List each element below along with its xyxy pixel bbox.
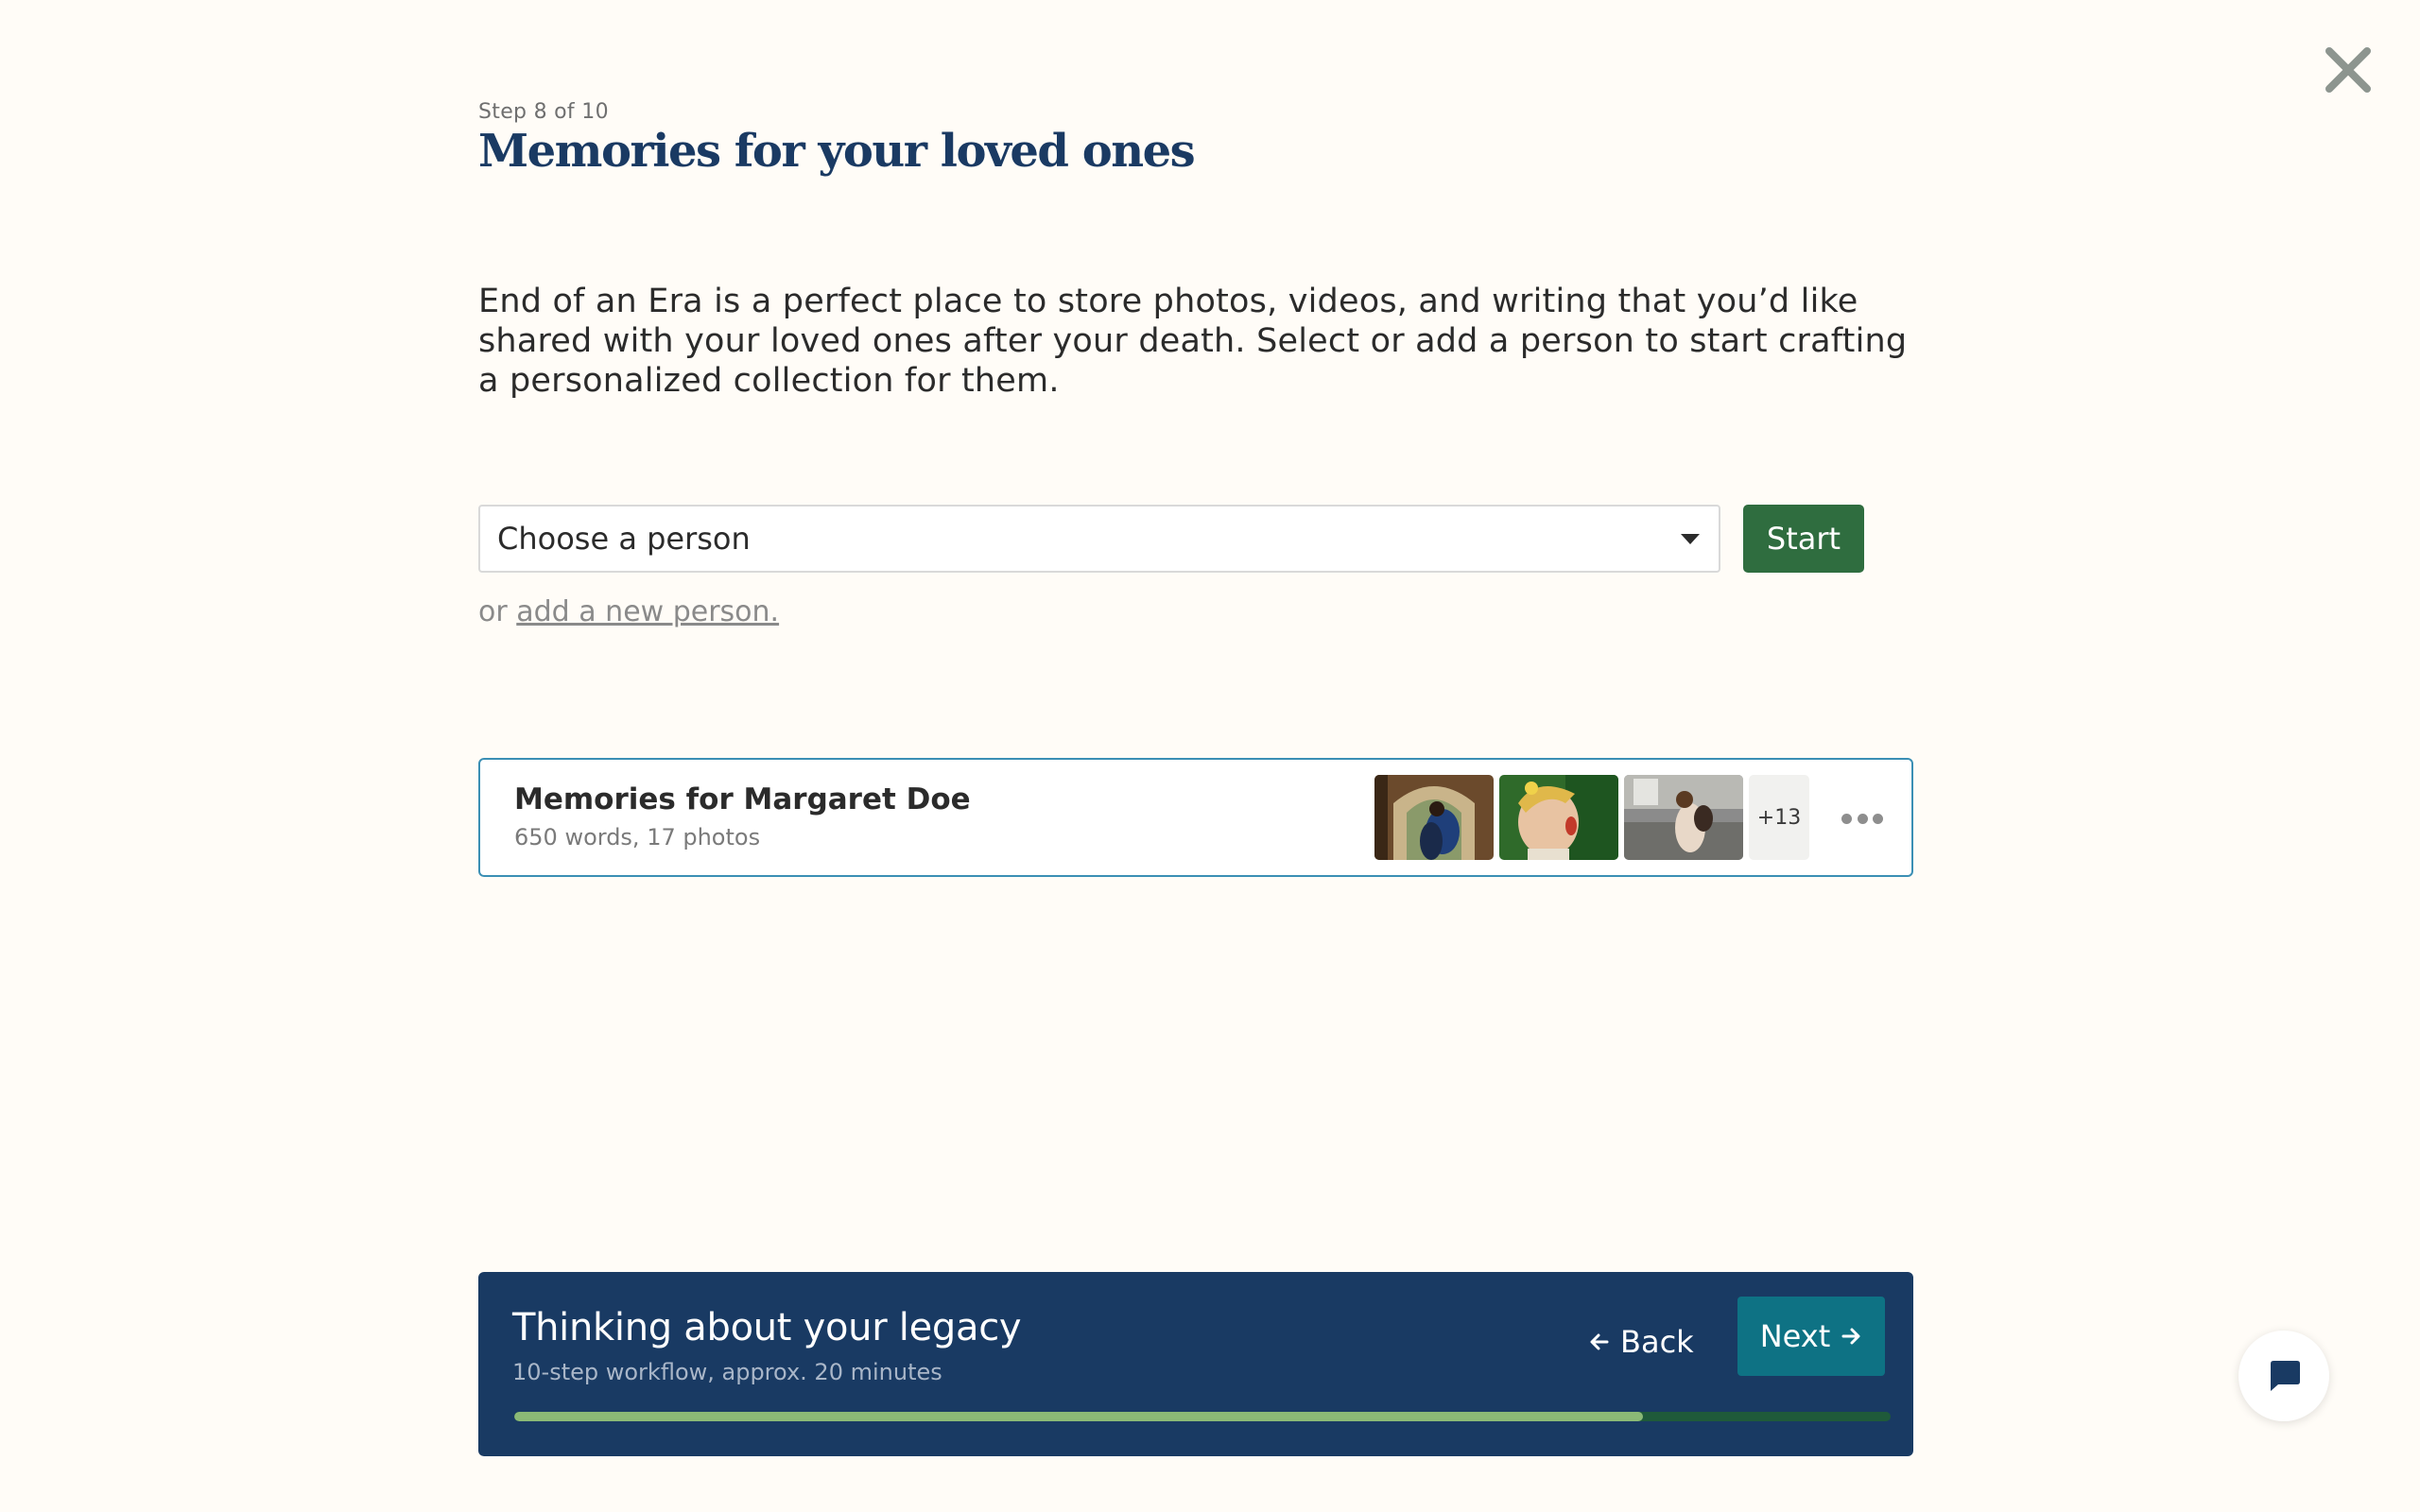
page: Step 8 of 10 Memories for your loved one… bbox=[0, 0, 2420, 1512]
or-label: or bbox=[478, 595, 508, 628]
arrow-left-icon bbox=[1590, 1333, 1609, 1350]
close-icon[interactable] bbox=[2322, 43, 2375, 96]
next-button[interactable]: Next bbox=[1737, 1297, 1885, 1376]
next-label: Next bbox=[1759, 1318, 1831, 1354]
arrow-right-icon bbox=[1841, 1328, 1860, 1345]
menu-dot bbox=[1873, 813, 1883, 824]
more-photos-count[interactable]: +13 bbox=[1749, 775, 1809, 860]
person-select-dropdown[interactable]: Choose a person bbox=[478, 505, 1720, 573]
menu-dot bbox=[1857, 813, 1868, 824]
workflow-footer: Thinking about your legacy 10-step workf… bbox=[478, 1272, 1913, 1456]
intro-text: End of an Era is a perfect place to stor… bbox=[478, 283, 1908, 400]
chat-button[interactable] bbox=[2238, 1331, 2329, 1421]
back-label: Back bbox=[1620, 1324, 1694, 1360]
menu-dot bbox=[1841, 813, 1852, 824]
back-button[interactable]: Back bbox=[1588, 1315, 1694, 1368]
progress-fill bbox=[514, 1412, 1643, 1421]
start-button[interactable]: Start bbox=[1743, 505, 1864, 573]
chevron-down-icon bbox=[1681, 534, 1700, 544]
memory-collection-card[interactable]: Memories for Margaret Doe 650 words, 17 … bbox=[478, 758, 1913, 877]
step-indicator: Step 8 of 10 bbox=[478, 100, 609, 124]
more-dots-icon[interactable] bbox=[1841, 805, 1883, 832]
card-meta: 650 words, 17 photos bbox=[514, 824, 761, 850]
add-new-person-link[interactable]: add a new person. bbox=[516, 595, 779, 628]
person-select-value: Choose a person bbox=[497, 521, 751, 557]
workflow-title: Thinking about your legacy bbox=[512, 1306, 1022, 1349]
page-title: Memories for your loved ones bbox=[478, 125, 1196, 178]
add-person-line: or add a new person. bbox=[478, 595, 779, 628]
photo-thumbnail[interactable] bbox=[1374, 775, 1494, 860]
workflow-subtitle: 10-step workflow, approx. 20 minutes bbox=[512, 1359, 942, 1385]
photo-thumbnail[interactable] bbox=[1499, 775, 1618, 860]
chat-bubble-icon bbox=[2271, 1361, 2300, 1391]
photo-thumbnail[interactable] bbox=[1624, 775, 1743, 860]
workflow-progress-bar bbox=[514, 1412, 1891, 1421]
photo-thumbnails: +13 bbox=[1374, 775, 1809, 860]
card-title: Memories for Margaret Doe bbox=[514, 782, 971, 816]
